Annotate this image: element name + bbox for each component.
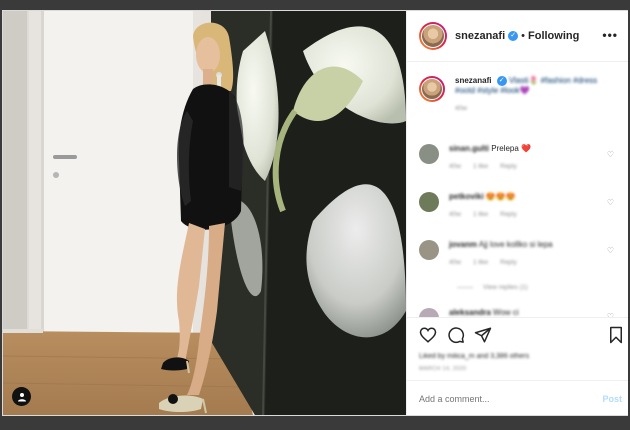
- like-comment-heart-icon[interactable]: ♡: [607, 150, 614, 159]
- comment-avatar[interactable]: [419, 240, 439, 260]
- profile-avatar[interactable]: [419, 22, 447, 50]
- photo-illustration: [3, 11, 406, 415]
- comment-row: petkoviki 😍😍😍 40w 1 like Reply: [419, 192, 619, 220]
- comment-meta: 40w 1 like Reply: [449, 163, 517, 170]
- caption-row: snezanafi ✓ Vlasti🌷 #fashion #dress #oot…: [419, 76, 625, 114]
- user-icon: [17, 392, 26, 401]
- action-bar: [407, 317, 628, 354]
- comment-meta: 40w 1 like Reply: [449, 259, 517, 266]
- comment-username[interactable]: petkoviki: [449, 192, 484, 201]
- verified-badge-icon: ✓: [508, 31, 519, 41]
- post-sidebar: snezanafi ✓ • Following ••• snezanafi ✓ …: [406, 11, 628, 415]
- following-button[interactable]: Following: [528, 30, 579, 42]
- comment-avatar[interactable]: [419, 192, 439, 212]
- comment-avatar[interactable]: [419, 144, 439, 164]
- comment-username[interactable]: aleksandra: [449, 308, 491, 317]
- caption-username[interactable]: snezanafi: [455, 76, 491, 85]
- add-comment-input[interactable]: [419, 393, 579, 404]
- tagged-users-button[interactable]: [12, 387, 31, 406]
- bookmark-icon[interactable]: [607, 326, 625, 344]
- comment-text: Wow ci: [493, 308, 519, 317]
- comment-username[interactable]: sinan.gulti: [449, 144, 489, 153]
- share-icon[interactable]: [474, 326, 492, 344]
- more-options-icon[interactable]: •••: [602, 28, 618, 42]
- header-username[interactable]: snezanafi: [455, 30, 505, 42]
- reply-button[interactable]: Reply: [500, 259, 517, 266]
- post-date: MARCH 14, 2020: [419, 366, 467, 372]
- comments-list[interactable]: snezanafi ✓ Vlasti🌷 #fashion #dress #oot…: [407, 62, 628, 318]
- comment-row: sinan.gulti Prelepa ❤️ 40w 1 like Reply: [419, 144, 619, 172]
- comment-row: jovanm Ajj love kollko si lepa 40w 1 like…: [419, 240, 619, 268]
- caption-avatar[interactable]: [419, 76, 445, 102]
- like-comment-heart-icon[interactable]: ♡: [607, 198, 614, 207]
- heart-icon[interactable]: [419, 326, 437, 344]
- post-header: snezanafi ✓ • Following •••: [407, 11, 628, 62]
- caption-meta: 40w: [455, 105, 467, 113]
- caption-text: Vlasti🌷 #fashion #dress: [508, 76, 598, 86]
- comment-text: 😍😍😍: [485, 192, 516, 201]
- separator-dot: •: [521, 30, 525, 42]
- comment-icon[interactable]: [447, 326, 465, 344]
- comment-username[interactable]: jovanm: [449, 240, 477, 249]
- comment-meta: 40w 1 like Reply: [449, 211, 517, 218]
- likes-summary[interactable]: Liked by milica_m and 3,386 others: [419, 353, 529, 360]
- post-photo[interactable]: [3, 11, 406, 415]
- verified-badge-icon: ✓: [496, 76, 507, 86]
- add-comment-bar: Post: [407, 380, 628, 416]
- post-modal: snezanafi ✓ • Following ••• snezanafi ✓ …: [2, 10, 628, 416]
- post-comment-button[interactable]: Post: [602, 394, 622, 404]
- reply-button[interactable]: Reply: [500, 163, 517, 170]
- comment-text: Prelepa ❤️: [491, 144, 531, 153]
- reply-button[interactable]: Reply: [500, 211, 517, 218]
- like-comment-heart-icon[interactable]: ♡: [607, 246, 614, 255]
- view-replies-button[interactable]: View replies (1): [457, 284, 528, 291]
- caption-hashtags: #ootd #style #look💜: [455, 86, 530, 96]
- comment-text: Ajj love kollko si lepa: [478, 240, 553, 249]
